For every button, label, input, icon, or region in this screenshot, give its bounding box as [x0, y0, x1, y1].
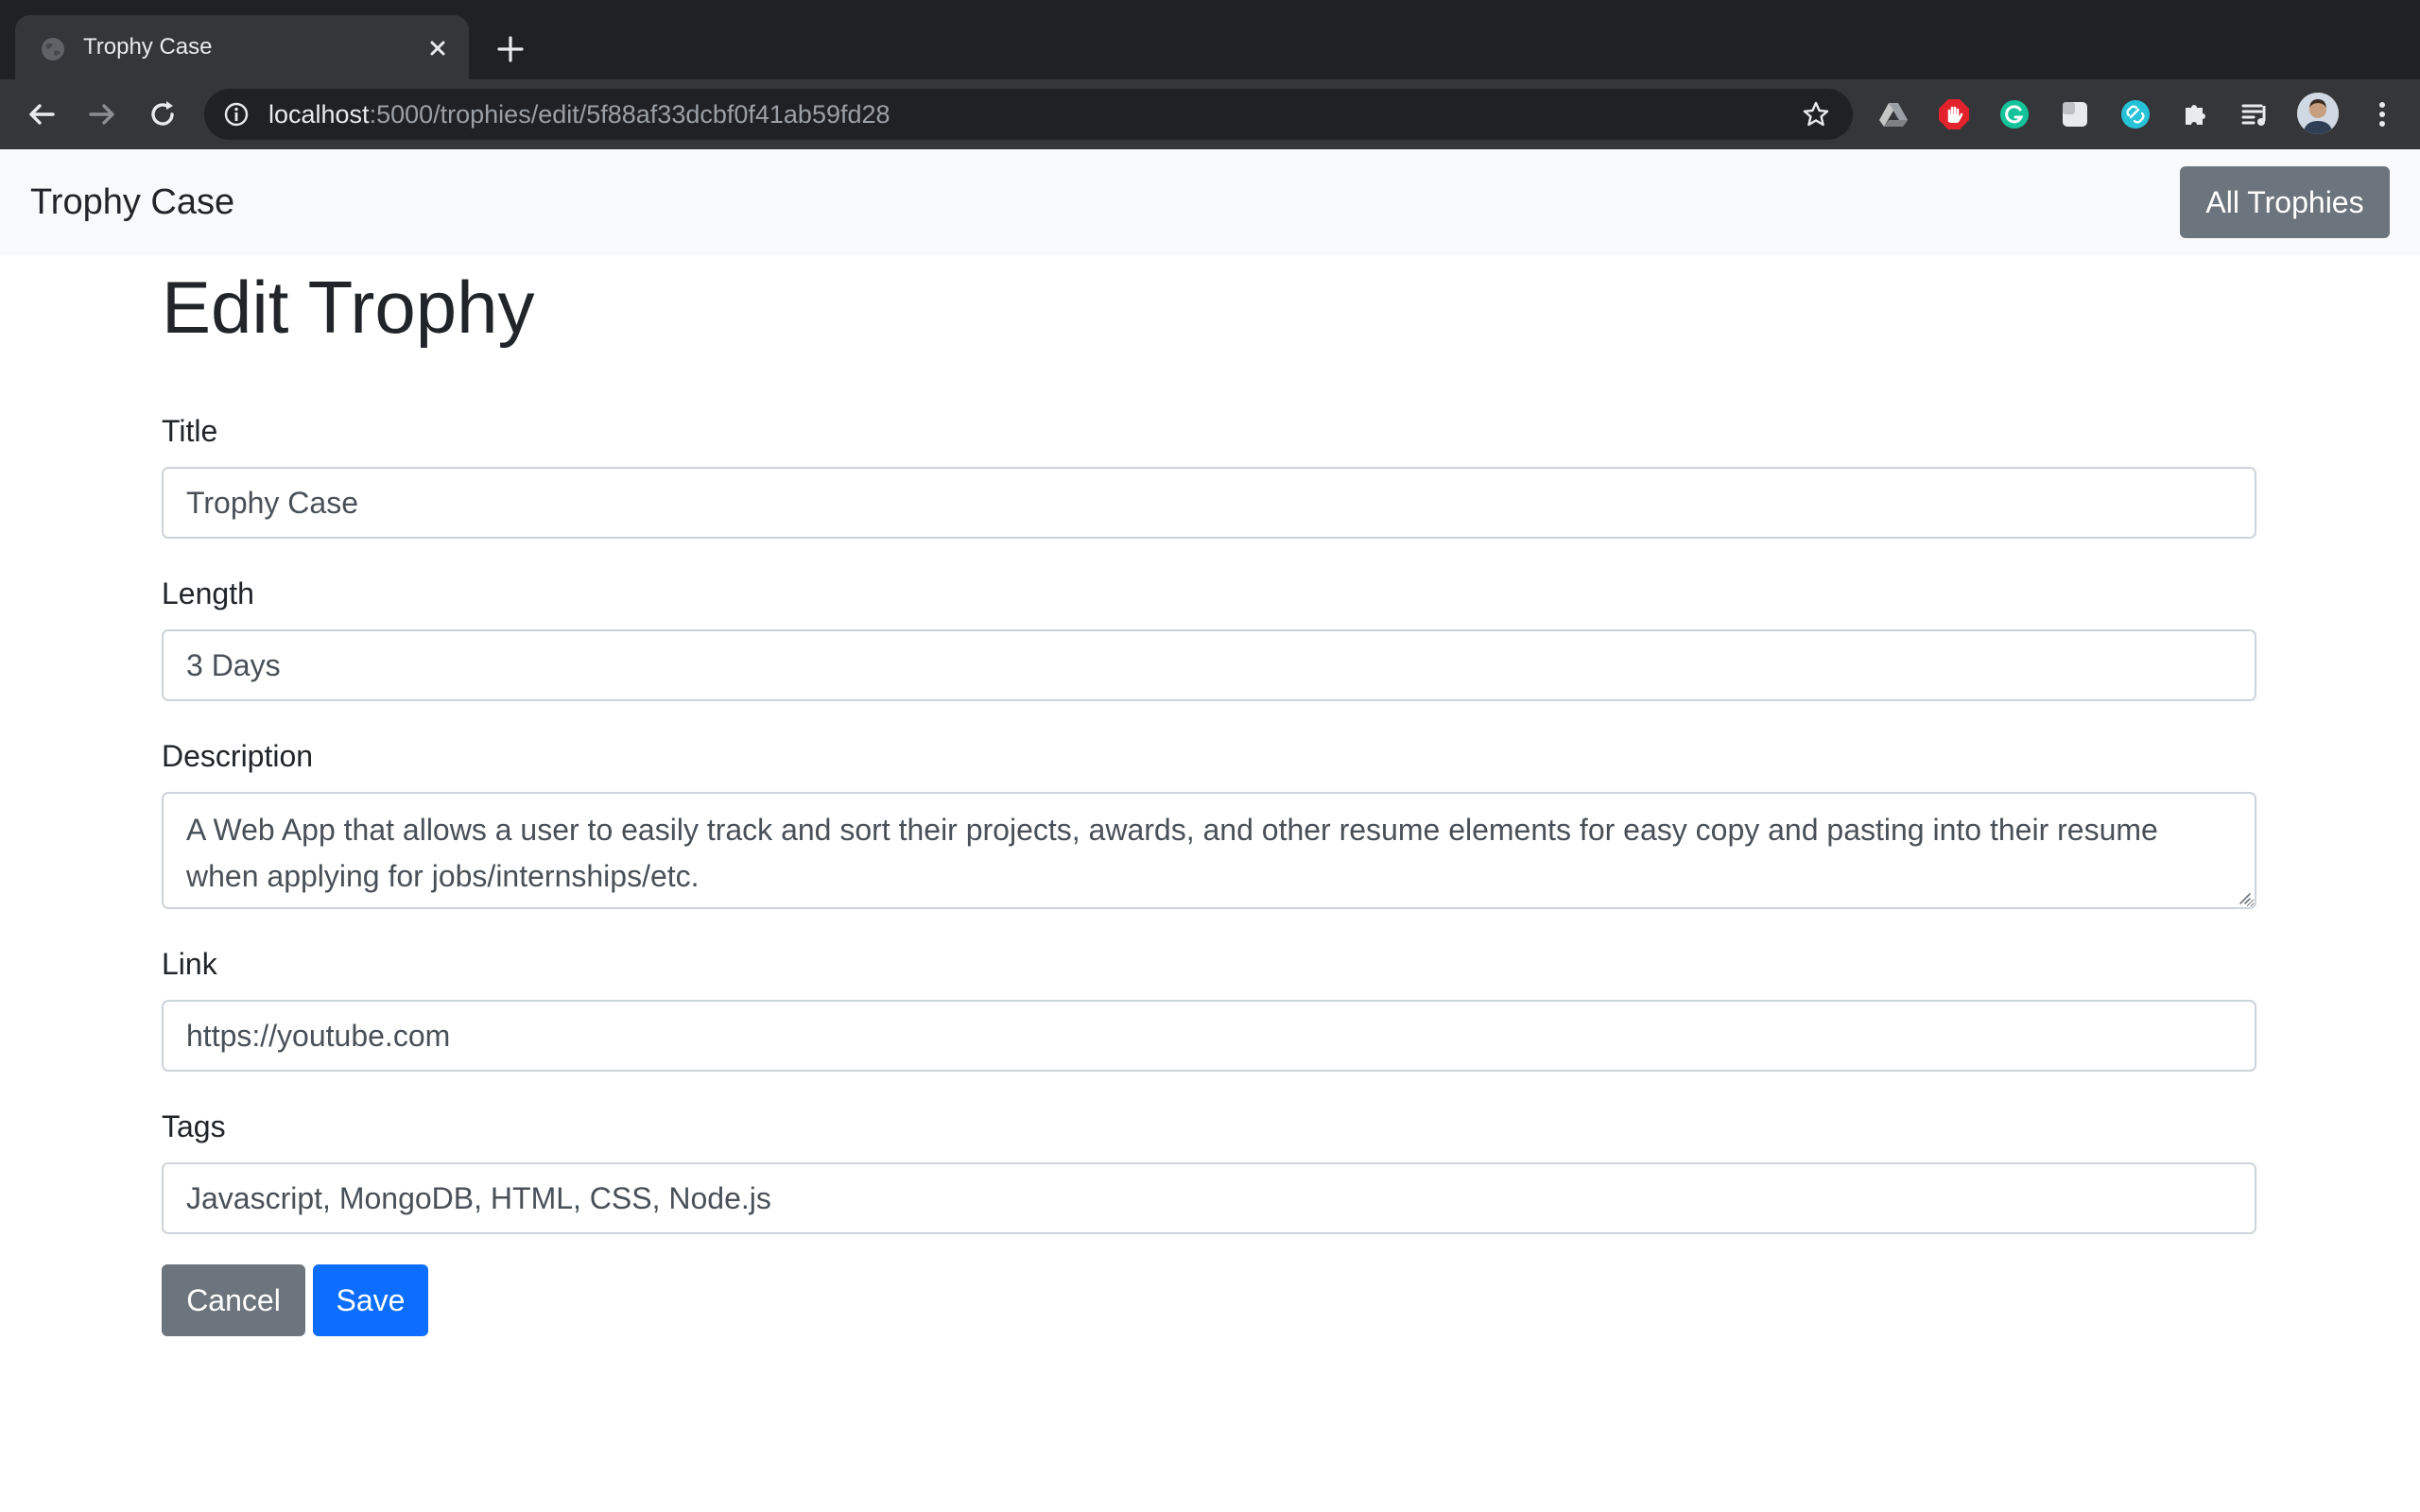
address-bar[interactable]: localhost:5000/trophies/edit/5f88af33dcb…: [204, 89, 1853, 140]
url-path: :5000/trophies/edit/5f88af33dcbf0f41ab59…: [369, 100, 890, 129]
link-input[interactable]: [162, 1000, 2256, 1072]
all-trophies-button[interactable]: All Trophies: [2180, 166, 2390, 238]
browser-tab[interactable]: Trophy Case: [15, 15, 469, 79]
reload-icon[interactable]: [144, 95, 182, 133]
tags-label: Tags: [162, 1109, 226, 1143]
google-drive-icon[interactable]: [1877, 98, 1910, 130]
notes-extension-icon[interactable]: [2059, 98, 2091, 130]
media-queue-icon[interactable]: [2240, 98, 2273, 130]
tags-input[interactable]: [162, 1162, 2256, 1234]
browser-tab-strip: Trophy Case: [0, 0, 2420, 79]
bookmark-star-icon[interactable]: [1802, 100, 1830, 129]
app-navbar: Trophy Case All Trophies: [0, 149, 2420, 255]
link-extension-icon[interactable]: [2119, 98, 2152, 130]
title-label: Title: [162, 414, 218, 448]
close-icon[interactable]: [424, 34, 452, 62]
grammarly-icon[interactable]: [1998, 98, 2031, 130]
info-icon[interactable]: [223, 101, 250, 128]
description-textarea[interactable]: A Web App that allows a user to easily t…: [162, 792, 2256, 909]
url-host: localhost: [268, 100, 370, 129]
page-title: Edit Trophy: [162, 266, 535, 349]
adblock-hand-icon[interactable]: [1938, 98, 1970, 130]
description-label: Description: [162, 739, 314, 773]
profile-avatar[interactable]: [2297, 93, 2339, 134]
length-input[interactable]: [162, 629, 2256, 701]
save-button[interactable]: Save: [313, 1264, 428, 1336]
forward-arrow-icon[interactable]: [83, 95, 121, 133]
back-arrow-icon[interactable]: [23, 95, 60, 133]
link-label: Link: [162, 947, 217, 981]
more-menu-icon[interactable]: [2363, 95, 2401, 133]
resize-handle-icon[interactable]: [2235, 888, 2252, 905]
browser-toolbar: localhost:5000/trophies/edit/5f88af33dcb…: [0, 79, 2420, 149]
globe-icon: [42, 38, 64, 60]
new-tab-icon[interactable]: [493, 32, 527, 66]
user-avatar-icon: [2297, 93, 2339, 134]
url-text[interactable]: localhost:5000/trophies/edit/5f88af33dcb…: [268, 89, 890, 140]
navbar-brand[interactable]: Trophy Case: [30, 149, 234, 255]
length-label: Length: [162, 576, 254, 610]
tab-title: Trophy Case: [83, 34, 213, 60]
puzzle-extensions-icon[interactable]: [2180, 98, 2212, 130]
cancel-button[interactable]: Cancel: [162, 1264, 305, 1336]
title-input[interactable]: [162, 467, 2256, 539]
